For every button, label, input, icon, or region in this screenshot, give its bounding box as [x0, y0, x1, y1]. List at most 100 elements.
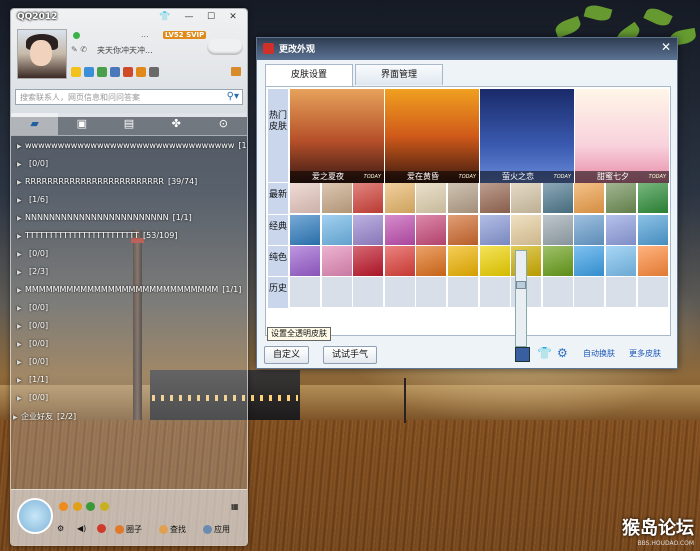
dialog-close-button[interactable]: ✕ [659, 40, 673, 54]
group-row[interactable]: ▶ [0/0] [17, 303, 48, 317]
try-luck-button[interactable]: 试试手气 [323, 346, 378, 364]
search-icon[interactable]: ⚲▾ [227, 91, 239, 102]
level-badge[interactable]: LV52 SVIP [163, 31, 207, 39]
gift-icon[interactable] [136, 67, 146, 77]
skin-thumbnail[interactable] [416, 183, 448, 214]
transparency-slider[interactable] [515, 250, 527, 347]
featured-skin-3[interactable]: 萤火之恋 TODAY [480, 89, 574, 183]
group-row[interactable]: ▶ [0/0] [17, 357, 48, 371]
skin-thumbnail[interactable] [290, 215, 321, 246]
solid-color-swatch[interactable] [321, 246, 353, 277]
group-row[interactable]: ▶ MMMMMMMMMMMMMMMMMMMMMMMMMMMM [1/1] [17, 285, 241, 299]
app-icon-4[interactable] [99, 502, 109, 511]
history-slot[interactable] [321, 277, 353, 308]
group-row[interactable]: ▶ [0/0] [17, 339, 48, 353]
skin-thumbnail[interactable] [448, 215, 479, 246]
shirt-icon[interactable]: 👕 [537, 347, 552, 360]
auto-change-skin-link[interactable]: 自动换肤 [583, 348, 615, 359]
skin-thumbnail[interactable] [290, 183, 321, 214]
app-icon-1[interactable] [59, 502, 68, 511]
history-slot[interactable] [479, 277, 511, 308]
qzone-icon[interactable] [84, 67, 94, 77]
skin-thumbnail[interactable] [637, 215, 669, 246]
group-row[interactable]: ▶ [1/6] [17, 195, 48, 209]
user-avatar[interactable] [17, 29, 67, 79]
tenpay-icon[interactable] [123, 67, 133, 77]
featured-skin-4[interactable]: 甜蜜七夕 TODAY [575, 89, 669, 183]
tab-skin-settings[interactable]: 皮肤设置 [265, 64, 353, 86]
signature-text[interactable]: 夹天你冲天冲... [97, 45, 153, 56]
group-row[interactable]: ▶ TTTTTTTTTTTTTTTTTTTTTTTT [53/109] [17, 231, 177, 245]
group-row[interactable]: ▶ [1/1] [17, 375, 48, 389]
featured-skin-2[interactable]: 爱在黄昏 TODAY [385, 89, 479, 183]
weather-cloud-icon[interactable] [207, 39, 243, 55]
solid-color-swatch[interactable] [542, 246, 574, 277]
app-icon-2[interactable] [72, 502, 82, 511]
skin-thumbnail[interactable] [574, 215, 606, 246]
skin-thumbnail[interactable] [384, 215, 416, 246]
skin-thumbnail[interactable] [606, 215, 637, 246]
group-row-enterprise[interactable]: ▶ 企业好友 [2/2] [13, 411, 76, 425]
tab-recent-icon[interactable]: ⊙ [200, 113, 247, 135]
solid-color-swatch[interactable] [574, 246, 606, 277]
skin-thumbnail[interactable] [511, 215, 543, 246]
search-input[interactable]: 搜索联系人，网页信息和问问答案 ⚲▾ [15, 89, 243, 105]
history-slot[interactable] [606, 277, 637, 308]
security-shield-icon[interactable] [97, 524, 108, 533]
more-skins-link[interactable]: 更多皮肤 [629, 348, 661, 359]
tab-interface-management[interactable]: 界面管理 [355, 64, 443, 85]
skin-thumbnail[interactable] [479, 183, 511, 214]
group-row[interactable]: ▶wwwwwwwwwwwwwwwwwwwwwwwwwwwwwwww[10/20] [17, 141, 247, 155]
group-row[interactable]: ▶ [2/3] [17, 267, 48, 281]
main-menu-penguin-icon[interactable] [17, 498, 53, 534]
history-slot[interactable] [353, 277, 385, 308]
skin-thumbnail[interactable] [384, 183, 416, 214]
skin-thumbnail[interactable] [321, 215, 353, 246]
app-grid-icon[interactable]: ▦ [231, 502, 239, 511]
tab-groups-icon[interactable]: ▣ [58, 113, 105, 135]
settings-gear-icon[interactable]: ⚙ [57, 524, 64, 533]
apps-button[interactable]: 应用 [203, 524, 230, 535]
group-row[interactable]: ▶ RRRRRRRRRRRRRRRRRRRRRRRRR [39/74] [17, 177, 197, 191]
tab-discussion-icon[interactable]: ▤ [105, 113, 152, 135]
group-row[interactable]: ▶ [0/0] [17, 321, 48, 335]
skin-thumbnail[interactable] [353, 215, 385, 246]
skin-thumbnail[interactable] [606, 183, 637, 214]
skin-thumbnail[interactable] [542, 183, 574, 214]
solid-color-swatch[interactable] [448, 246, 479, 277]
solid-color-swatch[interactable] [637, 246, 669, 277]
minimize-button[interactable]: — [181, 11, 197, 23]
solid-color-swatch[interactable] [353, 246, 385, 277]
skin-thumbnail[interactable] [416, 215, 448, 246]
skin-thumbnail[interactable] [448, 183, 479, 214]
tab-contacts-icon[interactable]: ▰ [11, 113, 59, 135]
app-icon-3[interactable] [86, 502, 96, 511]
star-icon[interactable] [71, 67, 81, 77]
featured-skin-1[interactable]: 爱之夏夜 TODAY [290, 89, 384, 183]
history-slot[interactable] [542, 277, 574, 308]
find-button[interactable]: 查找 [159, 524, 186, 535]
history-slot[interactable] [290, 277, 321, 308]
close-button[interactable]: ✕ [225, 11, 241, 23]
history-slot[interactable] [416, 277, 448, 308]
transparent-skin-icon[interactable] [515, 347, 530, 362]
volume-icon[interactable]: ◀) [77, 524, 86, 533]
skin-thumbnail[interactable] [637, 183, 669, 214]
solid-color-swatch[interactable] [384, 246, 416, 277]
transparency-slider-thumb[interactable] [516, 281, 526, 289]
history-slot[interactable] [637, 277, 669, 308]
message-box-icon[interactable] [231, 67, 241, 76]
custom-button[interactable]: 自定义 [264, 346, 310, 364]
skin-thumbnail[interactable] [511, 183, 543, 214]
mail-icon[interactable] [110, 67, 120, 77]
solid-color-swatch[interactable] [606, 246, 637, 277]
settings-gear-icon[interactable]: ⚙ [557, 347, 570, 360]
skin-thumbnail[interactable] [479, 215, 511, 246]
grid-icon[interactable] [149, 67, 159, 77]
circle-button[interactable]: 圈子 [115, 524, 142, 535]
skin-thumbnail[interactable] [574, 183, 606, 214]
group-row[interactable]: ▶ [0/0] [17, 249, 48, 263]
history-slot[interactable] [574, 277, 606, 308]
history-slot[interactable] [384, 277, 416, 308]
solid-color-swatch[interactable] [416, 246, 448, 277]
